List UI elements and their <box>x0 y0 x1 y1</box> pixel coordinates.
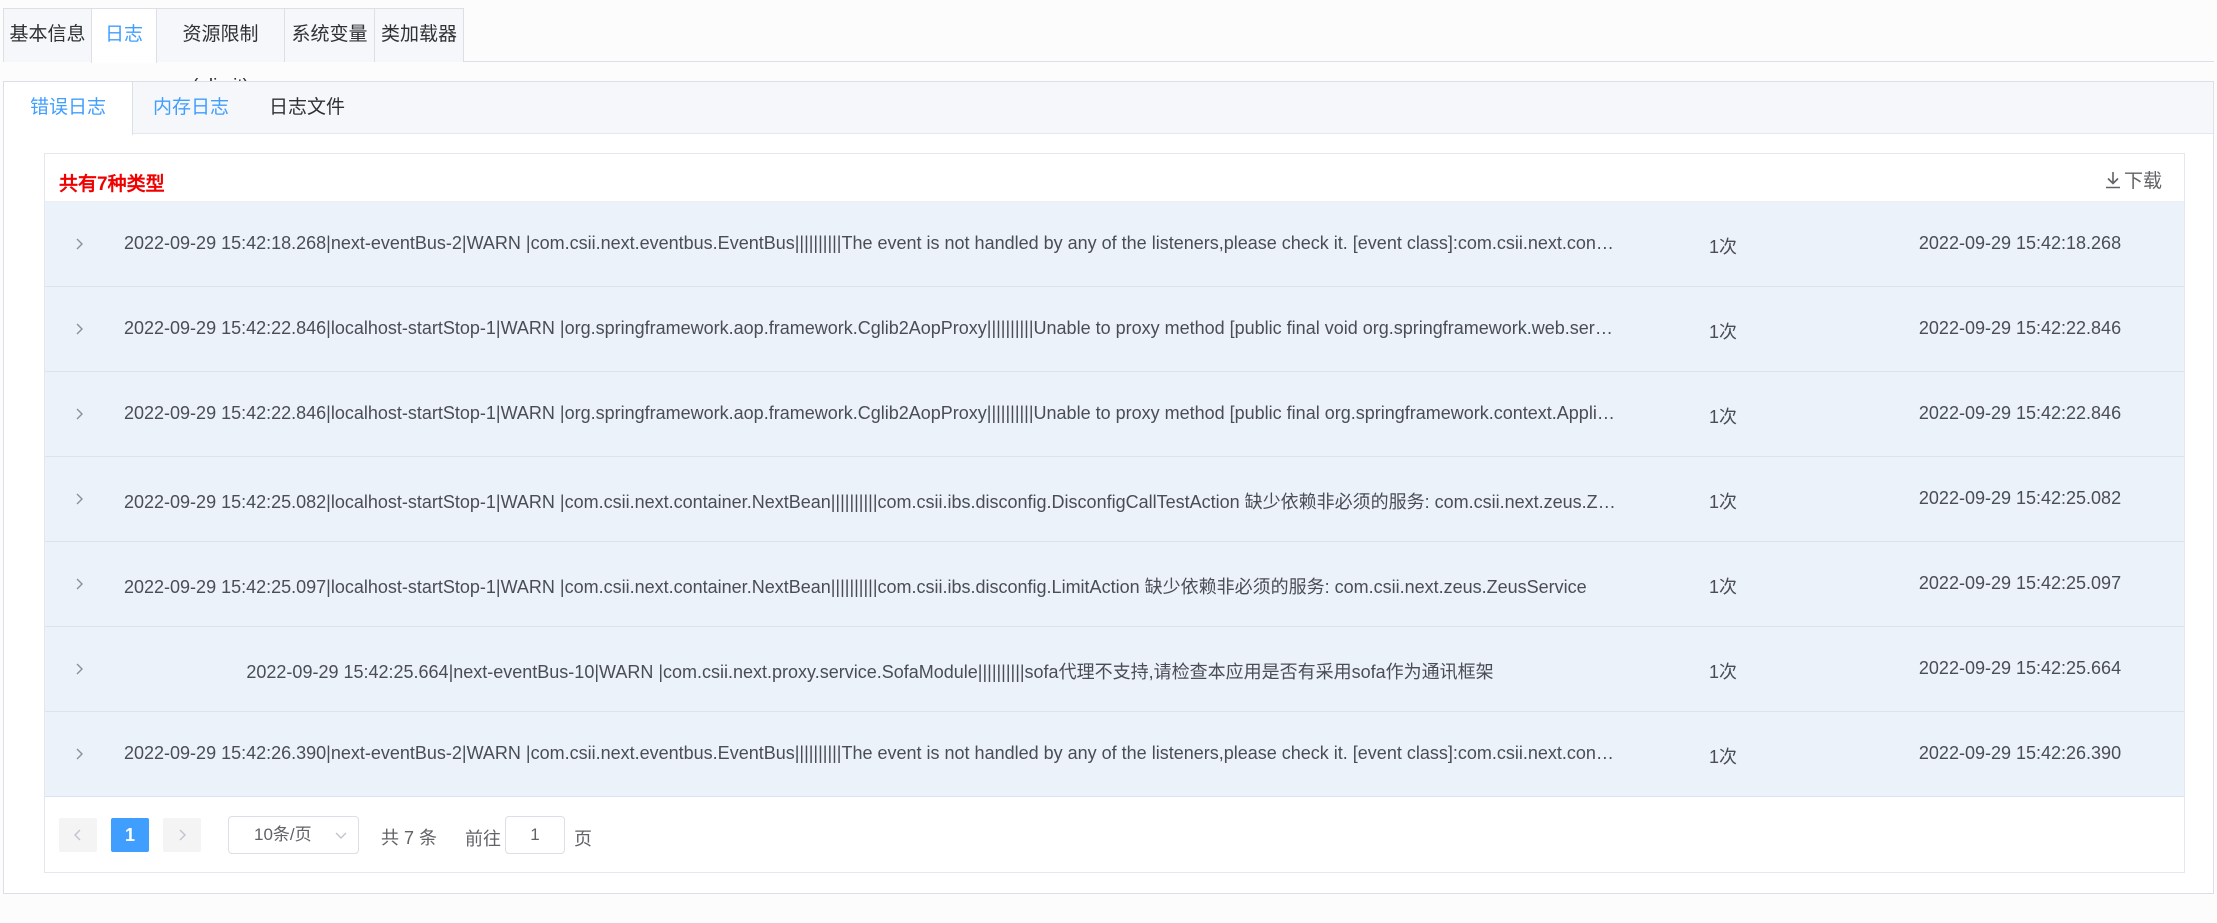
log-count: 1次 <box>1708 237 1737 257</box>
log-message: 2022-09-29 15:42:18.268|next-eventBus-2|… <box>124 233 1616 253</box>
tab-class-loaders[interactable]: 类加载器 <box>374 8 464 62</box>
log-count: 1次 <box>1708 492 1737 512</box>
log-rows: 2022-09-29 15:42:18.268|next-eventBus-2|… <box>45 202 2184 797</box>
table-row[interactable]: 2022-09-29 15:42:26.390|next-eventBus-2|… <box>45 712 2184 797</box>
chevron-down-icon <box>335 832 347 839</box>
goto-page-input[interactable] <box>505 816 565 854</box>
tab-resource-limits[interactable]: 资源限制(ulimit) <box>156 8 285 97</box>
chevron-right-icon[interactable] <box>69 744 89 764</box>
table-row[interactable]: 2022-09-29 15:42:25.082|localhost-startS… <box>45 457 2184 542</box>
tab-memory-logs[interactable]: 内存日志 <box>133 82 249 134</box>
chevron-right-icon[interactable] <box>69 319 89 339</box>
chevron-right-icon[interactable] <box>69 574 89 594</box>
page-size-select[interactable]: 10条/页 <box>228 816 359 854</box>
log-panel: 错误日志 内存日志 日志文件 共有7种类型 下载 2022-09-29 15:4… <box>3 81 2214 894</box>
log-message: 2022-09-29 15:42:25.097|localhost-startS… <box>124 577 1587 597</box>
log-time: 2022-09-29 15:42:26.390 <box>1918 743 2122 763</box>
log-count: 1次 <box>1708 322 1737 342</box>
page-number-current[interactable]: 1 <box>111 818 149 852</box>
log-time: 2022-09-29 15:42:22.846 <box>1918 403 2122 423</box>
log-time: 2022-09-29 15:42:25.082 <box>1918 488 2122 508</box>
type-count-label: 共有7种类型 <box>59 174 165 195</box>
table-row[interactable]: 2022-09-29 15:42:25.097|localhost-startS… <box>45 542 2184 627</box>
chevron-right-icon[interactable] <box>69 659 89 679</box>
log-count: 1次 <box>1708 747 1737 767</box>
card-header: 共有7种类型 下载 <box>45 154 2184 202</box>
pagination: 1 10条/页 共 7 条 前往 页 <box>59 816 659 854</box>
log-message: 2022-09-29 15:42:22.846|localhost-startS… <box>124 318 1616 338</box>
goto-label: 前往 <box>465 829 501 849</box>
chevron-right-icon <box>179 829 186 841</box>
tab-log-files[interactable]: 日志文件 <box>249 82 365 134</box>
table-row[interactable]: 2022-09-29 15:42:22.846|localhost-startS… <box>45 372 2184 457</box>
page-size-value: 10条/页 <box>254 825 312 844</box>
log-count: 1次 <box>1708 407 1737 427</box>
top-tab-bar: 基本信息 日志 资源限制(ulimit) 系统变量 类加载器 <box>3 8 2214 97</box>
log-message: 2022-09-29 15:42:22.846|localhost-startS… <box>124 403 1616 423</box>
log-time: 2022-09-29 15:42:22.846 <box>1918 318 2122 338</box>
log-time: 2022-09-29 15:42:25.664 <box>1918 658 2122 678</box>
tab-logs[interactable]: 日志 <box>91 8 157 63</box>
next-page-button[interactable] <box>163 818 201 852</box>
chevron-right-icon[interactable] <box>69 489 89 509</box>
error-log-card: 共有7种类型 下载 2022-09-29 15:42:18.268|next-e… <box>44 153 2185 873</box>
prev-page-button[interactable] <box>59 818 97 852</box>
tab-error-logs[interactable]: 错误日志 <box>4 82 133 135</box>
chevron-right-icon[interactable] <box>69 234 89 254</box>
log-count: 1次 <box>1708 662 1737 682</box>
log-sub-tab-bar: 错误日志 内存日志 日志文件 <box>4 82 2213 135</box>
log-message: 2022-09-29 15:42:25.664|next-eventBus-10… <box>246 662 1494 682</box>
table-row[interactable]: 2022-09-29 15:42:25.664|next-eventBus-10… <box>45 627 2184 712</box>
download-label: 下载 <box>2123 171 2162 192</box>
table-row[interactable]: 2022-09-29 15:42:18.268|next-eventBus-2|… <box>45 202 2184 287</box>
chevron-right-icon[interactable] <box>69 404 89 424</box>
tab-basic-info[interactable]: 基本信息 <box>3 8 92 62</box>
download-icon <box>2105 171 2120 188</box>
table-row[interactable]: 2022-09-29 15:42:22.846|localhost-startS… <box>45 287 2184 372</box>
tab-system-variables[interactable]: 系统变量 <box>284 8 375 62</box>
page-suffix-label: 页 <box>574 829 592 849</box>
total-count: 共 7 条 <box>381 828 438 848</box>
log-message: 2022-09-29 15:42:25.082|localhost-startS… <box>124 492 1616 512</box>
download-button[interactable]: 下载 <box>2105 166 2162 193</box>
log-message: 2022-09-29 15:42:26.390|next-eventBus-2|… <box>124 743 1616 763</box>
chevron-left-icon <box>74 829 81 841</box>
log-time: 2022-09-29 15:42:25.097 <box>1918 573 2122 593</box>
log-count: 1次 <box>1708 577 1737 597</box>
log-time: 2022-09-29 15:42:18.268 <box>1918 233 2122 253</box>
